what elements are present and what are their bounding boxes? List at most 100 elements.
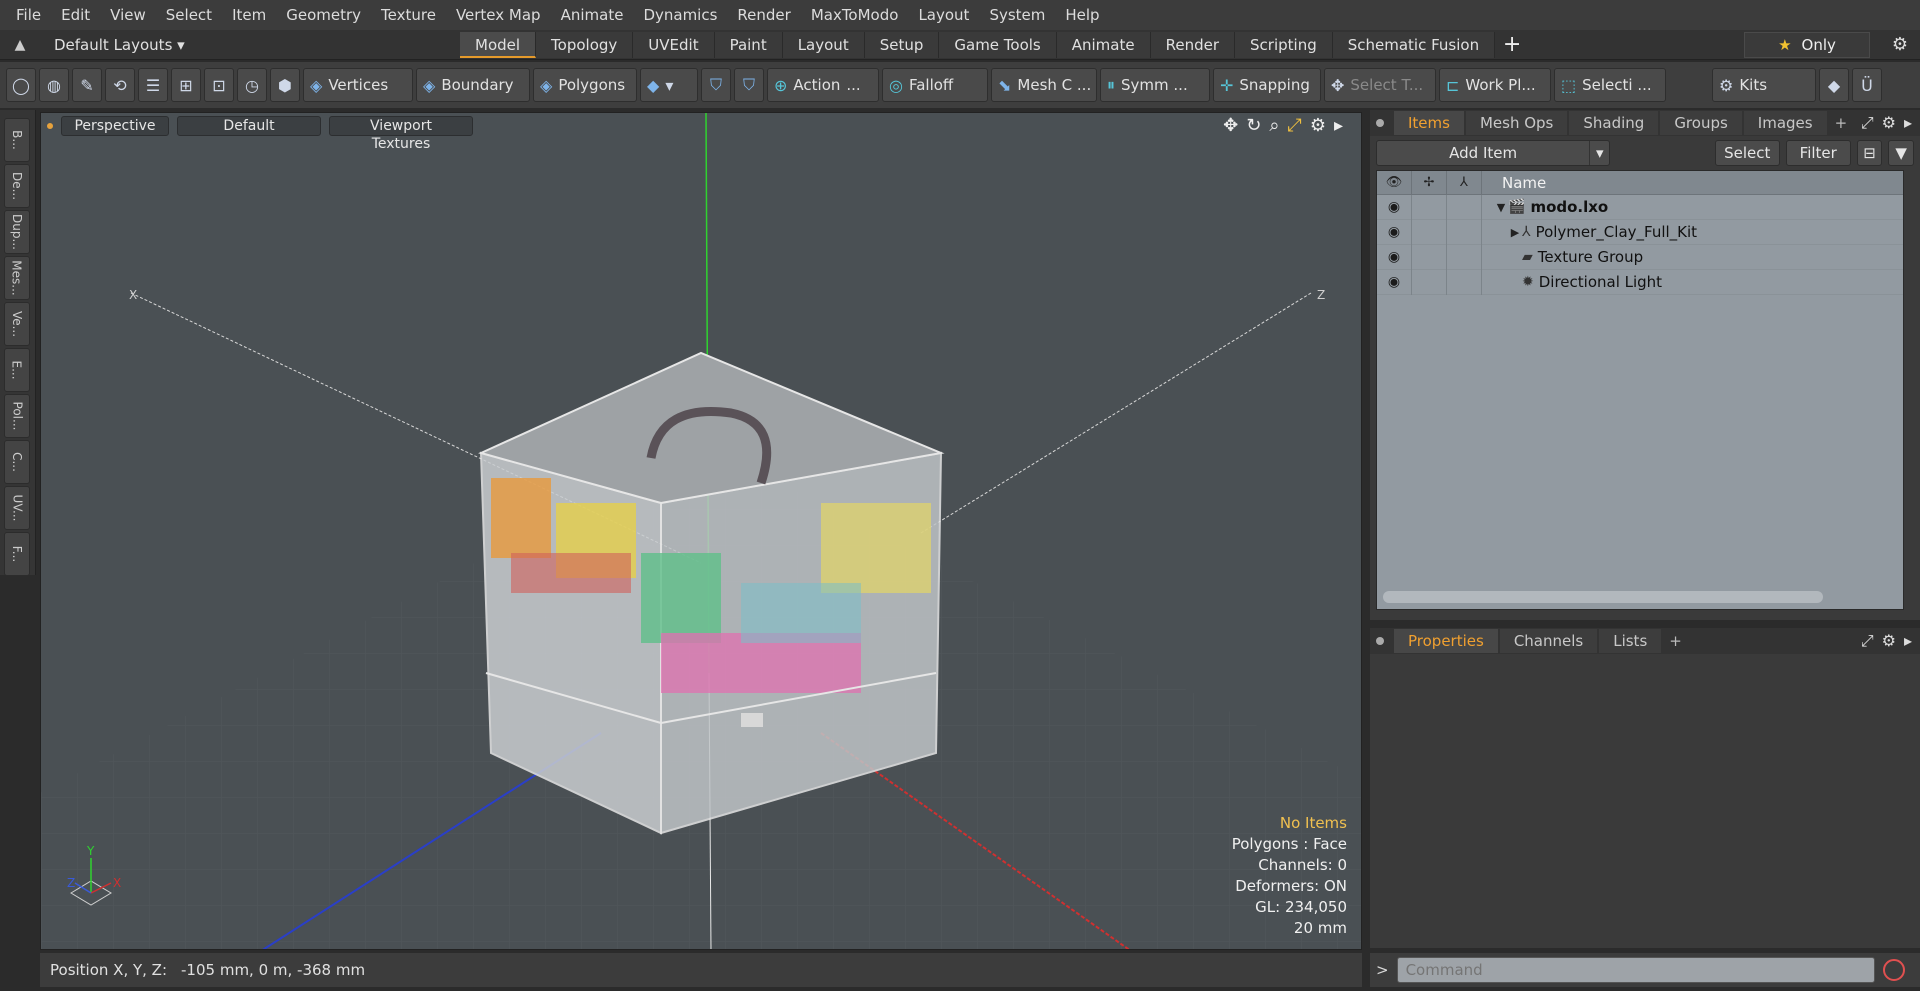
material-mode-dropdown[interactable]: ◆ ▾ xyxy=(640,68,698,102)
sidetab-deform[interactable]: De... xyxy=(4,164,30,208)
symmetry-button[interactable]: ⏸ Symm ... xyxy=(1100,68,1210,102)
fit-icon[interactable]: ⤢ xyxy=(1287,115,1301,136)
viewport-menu-dot-icon[interactable] xyxy=(47,123,53,129)
loop-tool-button[interactable]: ☰ xyxy=(138,68,168,102)
mesh-constraint-button[interactable]: ⬊ Mesh C ... xyxy=(991,68,1097,102)
expand-panel-icon[interactable]: ⤢ xyxy=(1861,631,1874,651)
name-column-header[interactable]: Name xyxy=(1482,174,1546,192)
select-sphere-button[interactable]: ◍ xyxy=(39,68,69,102)
filter-button[interactable]: Filter xyxy=(1785,140,1851,166)
expand-triangle-right-icon[interactable]: ▶ xyxy=(1508,226,1522,239)
pan-icon[interactable]: ✥ xyxy=(1223,115,1238,136)
item-row-texture-group[interactable]: ◉ ▰ Texture Group xyxy=(1377,244,1903,270)
workplane-button[interactable]: ⊏ Work Pl... xyxy=(1439,68,1551,102)
panel-menu-dot-icon[interactable] xyxy=(1376,119,1384,127)
eye-icon[interactable]: ◉ xyxy=(1377,194,1412,220)
3d-viewport[interactable]: X Z Y X Z Perspective Default Viewport T… xyxy=(40,112,1362,950)
lasso-tool-button[interactable]: ⟲ xyxy=(105,68,135,102)
select-through-button[interactable]: ✥ Select T... xyxy=(1324,68,1436,102)
tab-channels[interactable]: Channels xyxy=(1499,629,1598,653)
type-column-icon[interactable]: ⅄ xyxy=(1447,170,1482,195)
tab-animate[interactable]: Animate xyxy=(1056,31,1151,58)
tab-game-tools[interactable]: Game Tools xyxy=(939,31,1057,58)
menu-layout[interactable]: Layout xyxy=(908,0,979,30)
sidetab-curve[interactable]: C... xyxy=(4,440,30,484)
tab-topology[interactable]: Topology xyxy=(536,31,634,58)
grid-tool-button[interactable]: ⊞ xyxy=(171,68,201,102)
add-item-button[interactable]: Add Item ▾ xyxy=(1376,140,1611,166)
sidetab-edge[interactable]: E... xyxy=(4,348,30,392)
clock-tool-button[interactable]: ◷ xyxy=(237,68,267,102)
add-panel-tab-plus-icon[interactable]: + xyxy=(1829,114,1848,132)
frame-tool-button[interactable]: ⊡ xyxy=(204,68,234,102)
tab-shading[interactable]: Shading xyxy=(1569,111,1659,135)
viewport-more-icon[interactable]: ▸ xyxy=(1334,115,1343,136)
tab-groups[interactable]: Groups xyxy=(1660,111,1742,135)
tab-lists[interactable]: Lists xyxy=(1599,629,1662,653)
tab-uvedit[interactable]: UVEdit xyxy=(633,31,715,58)
item-mode-button[interactable]: ⬢ xyxy=(270,68,300,102)
menu-maxtomodo[interactable]: MaxToModo xyxy=(801,0,909,30)
visibility-column-eye-icon[interactable]: 👁 xyxy=(1377,170,1412,195)
selection-sets-button[interactable]: ⬚ Selecti ... xyxy=(1554,68,1666,102)
panel-gear-icon[interactable]: ⚙ xyxy=(1882,631,1896,651)
menu-geometry[interactable]: Geometry xyxy=(276,0,371,30)
shading-default-dropdown[interactable]: Default xyxy=(177,116,321,136)
menu-animate[interactable]: Animate xyxy=(551,0,634,30)
tab-items[interactable]: Items xyxy=(1394,111,1464,135)
vertices-mode-button[interactable]: ◈ Vertices xyxy=(303,68,413,102)
panel-more-icon[interactable]: ▸ xyxy=(1904,631,1912,651)
eye-icon[interactable]: ◉ xyxy=(1377,244,1412,270)
funnel-filter-icon[interactable]: ▼ xyxy=(1888,140,1914,166)
eye-icon[interactable]: ◉ xyxy=(1377,269,1412,295)
viewport-gear-icon[interactable]: ⚙ xyxy=(1310,115,1326,136)
panel-menu-dot-icon[interactable] xyxy=(1376,637,1384,645)
sidetab-fusion[interactable]: F... xyxy=(4,532,30,576)
sidetab-basic[interactable]: B... xyxy=(4,118,30,162)
boundary-mode-button[interactable]: ◈ Boundary xyxy=(416,68,530,102)
tab-model[interactable]: Model xyxy=(460,31,537,58)
command-input[interactable] xyxy=(1396,957,1875,983)
menu-file[interactable]: File xyxy=(6,0,51,30)
menu-vertex-map[interactable]: Vertex Map xyxy=(446,0,551,30)
rotate-icon[interactable]: ↻ xyxy=(1246,115,1261,136)
expand-triangle-down-icon[interactable]: ▼ xyxy=(1494,201,1508,214)
item-row-directional-light[interactable]: ◉ ✹ Directional Light xyxy=(1377,269,1903,295)
lock-column-icon[interactable]: ✢ xyxy=(1412,170,1447,195)
item-row-mesh[interactable]: ◉ ▶ ⅄ Polymer_Clay_Full_Kit xyxy=(1377,219,1903,245)
menu-help[interactable]: Help xyxy=(1055,0,1109,30)
add-panel-tab-plus-icon[interactable]: + xyxy=(1663,632,1682,650)
kits-button[interactable]: ⚙ Kits xyxy=(1712,68,1816,102)
sidetab-polygon[interactable]: Pol... xyxy=(4,394,30,438)
add-tab-plus-icon[interactable]: + xyxy=(1495,32,1529,57)
menu-item[interactable]: Item xyxy=(222,0,276,30)
menu-render[interactable]: Render xyxy=(727,0,800,30)
viewport-textures-dropdown[interactable]: Viewport Textures xyxy=(329,116,473,152)
item-row-scene[interactable]: ◉ ▼ 🎬 modo.lxo xyxy=(1377,194,1903,220)
panel-gear-icon[interactable]: ⚙ xyxy=(1882,113,1896,133)
tab-properties[interactable]: Properties xyxy=(1394,629,1498,653)
horizontal-scrollbar[interactable] xyxy=(1383,591,1823,603)
menu-dynamics[interactable]: Dynamics xyxy=(633,0,727,30)
unity-button[interactable]: ◆ xyxy=(1819,68,1849,102)
tab-images[interactable]: Images xyxy=(1743,111,1827,135)
action-center-button[interactable]: ⊕ Action... xyxy=(767,68,879,102)
menu-edit[interactable]: Edit xyxy=(51,0,100,30)
menu-system[interactable]: System xyxy=(979,0,1055,30)
tab-mesh-ops[interactable]: Mesh Ops xyxy=(1465,111,1568,135)
record-macro-icon[interactable] xyxy=(1882,959,1905,981)
collapse-up-icon[interactable]: ▲ xyxy=(0,37,40,53)
tab-paint[interactable]: Paint xyxy=(714,31,783,58)
shield-a-button[interactable]: ⛉ xyxy=(701,68,731,102)
pen-tool-button[interactable]: ✎ xyxy=(72,68,102,102)
select-circle-button[interactable]: ◯ xyxy=(6,68,36,102)
tab-scripting[interactable]: Scripting xyxy=(1235,31,1333,58)
only-toggle[interactable]: ★ Only xyxy=(1744,32,1870,58)
zoom-icon[interactable]: ⌕ xyxy=(1269,115,1279,136)
falloff-button[interactable]: ◎ Falloff xyxy=(882,68,988,102)
tab-setup[interactable]: Setup xyxy=(864,31,940,58)
polygons-mode-button[interactable]: ◈ Polygons xyxy=(533,68,637,102)
snapping-button[interactable]: ✛ Snapping xyxy=(1213,68,1321,102)
sidetab-duplicate[interactable]: Dup... xyxy=(4,210,30,254)
shield-b-button[interactable]: ⛉ xyxy=(734,68,764,102)
